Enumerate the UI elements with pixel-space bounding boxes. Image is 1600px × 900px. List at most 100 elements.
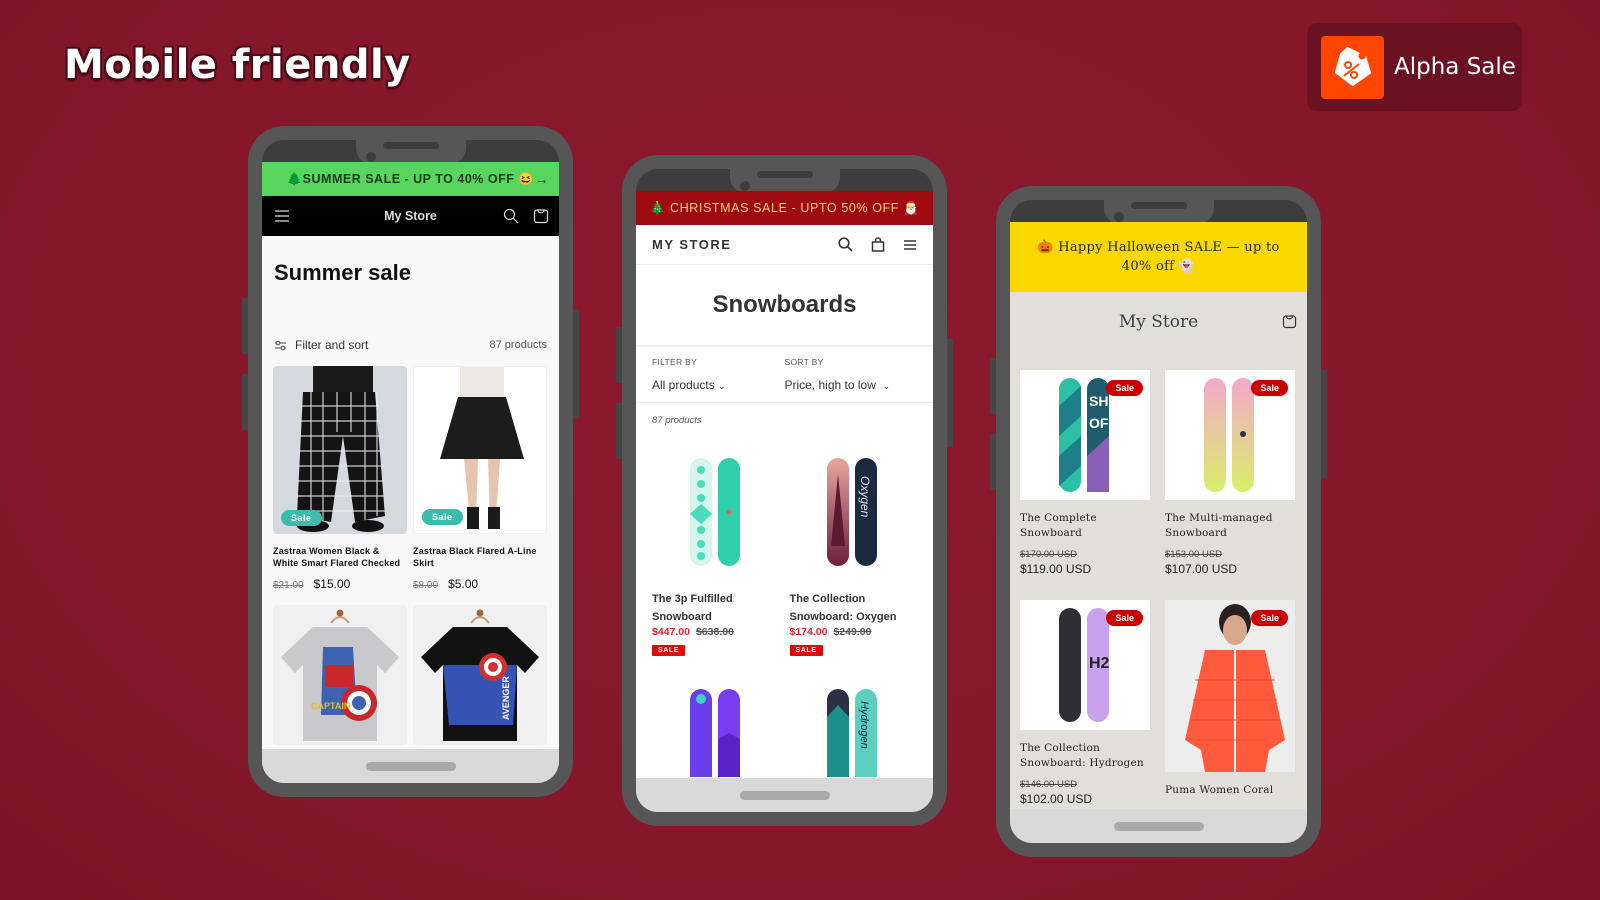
speaker-icon <box>1130 202 1187 209</box>
product-image[interactable] <box>652 442 780 582</box>
store-header: My Store <box>262 196 559 236</box>
product-name[interactable]: Zastraa Black Flared A-Line Skirt <box>413 545 547 569</box>
arrow-right-icon[interactable]: → <box>535 171 550 187</box>
shopping-bag-icon[interactable] <box>871 237 885 252</box>
announcement-text: 🌲SUMMER SALE - UP TO 40% OFF 😆 <box>286 171 535 186</box>
compare-price: $249.00 <box>833 626 872 638</box>
menu-icon[interactable] <box>903 239 917 251</box>
volume-down-button <box>616 403 622 459</box>
filter-select[interactable]: All products ⌄ <box>652 378 785 392</box>
product-image[interactable]: SH OF Sale <box>1020 370 1150 500</box>
product-image[interactable]: Sale <box>273 366 407 534</box>
headline: Mobile friendly <box>64 42 411 88</box>
sort-by-label: SORT BY <box>784 357 824 367</box>
sale-badge: SALE <box>789 645 823 656</box>
product-count: 87 products <box>489 339 547 351</box>
sale-badge: Sale <box>281 510 322 526</box>
brand-badge: Alpha Sale <box>1307 23 1522 111</box>
product-name[interactable]: Puma Women Coral <box>1165 783 1295 798</box>
product-card[interactable]: Sale Puma Women Coral <box>1165 600 1295 806</box>
product-image[interactable]: AVENGER <box>413 605 547 745</box>
camera-icon <box>1114 212 1124 222</box>
cart-icon[interactable] <box>1282 314 1297 329</box>
product-name[interactable]: The Multi-managed Snowboard <box>1165 511 1295 541</box>
compare-price: $21.00 <box>273 580 304 591</box>
percent-tag-icon <box>1321 35 1384 99</box>
sale-badge: Sale <box>1106 380 1143 396</box>
product-image[interactable]: CAPTAIN <box>273 605 407 745</box>
product-image[interactable]: Sale <box>1165 370 1295 500</box>
phone-halloween-sale: 🎃 Happy Halloween SALE — up to 40% off 👻… <box>990 186 1327 857</box>
product-card[interactable]: H2 Sale The Collection Snowboard: Hydrog… <box>1020 600 1150 806</box>
product-name[interactable]: The Collection Snowboard: Hydrogen <box>1020 741 1150 771</box>
home-indicator[interactable] <box>1010 809 1307 843</box>
product-name[interactable]: The Collection Snowboard: Oxygen <box>790 590 918 626</box>
product-name[interactable]: The 3p Fulfilled Snowboard <box>652 590 780 626</box>
home-indicator[interactable] <box>262 749 559 783</box>
volume-down-button <box>990 434 996 490</box>
store-name[interactable]: MY STORE <box>652 237 731 252</box>
compare-price: $170.00 USD <box>1020 549 1078 560</box>
announcement-bar[interactable]: 🎄 CHRISTMAS SALE - UPTO 50% OFF 🎅 <box>636 191 933 225</box>
compare-price: $8.00 <box>413 580 439 591</box>
product-grid: The 3p Fulfilled Snowboard $447.00 $638.… <box>636 426 933 812</box>
chevron-down-icon: ⌄ <box>882 381 891 391</box>
product-card[interactable]: Sale Zastraa Black Flared A-Line Skirt $… <box>413 366 547 591</box>
filter-label: Filter and sort <box>295 338 369 352</box>
power-button <box>573 310 579 418</box>
store-header: My Store <box>1010 292 1307 352</box>
camera-icon <box>740 181 750 191</box>
svg-text:Oxygen: Oxygen <box>858 476 872 518</box>
product-card[interactable]: AVENGER <box>413 605 547 745</box>
compare-price: $146.00 USD <box>1020 779 1078 790</box>
menu-icon[interactable] <box>274 209 290 223</box>
search-icon[interactable] <box>503 208 519 224</box>
sliders-icon <box>274 340 287 351</box>
product-card[interactable]: Oxygen The Collection Snowboard: Oxygen … <box>789 442 918 657</box>
svg-text:OF: OF <box>1089 415 1109 431</box>
product-image[interactable]: Sale <box>1165 600 1295 772</box>
product-card[interactable]: The 3p Fulfilled Snowboard $447.00 $638.… <box>652 442 780 657</box>
sale-price: $102.00 USD <box>1020 792 1093 806</box>
sale-price: $119.00 USD <box>1020 562 1092 576</box>
filter-and-sort-button[interactable]: Filter and sort <box>274 338 368 352</box>
svg-text:AVENGER: AVENGER <box>501 676 511 720</box>
sale-badge: Sale <box>1106 610 1143 626</box>
volume-up-button <box>242 298 248 354</box>
cart-icon[interactable] <box>533 208 549 224</box>
announcement-bar[interactable]: 🎃 Happy Halloween SALE — up to 40% off 👻 <box>1010 222 1307 292</box>
phone-screen: 🎃 Happy Halloween SALE — up to 40% off 👻… <box>1010 222 1307 843</box>
product-name[interactable]: The Complete Snowboard <box>1020 511 1150 541</box>
sale-price: $447.00 <box>652 626 690 638</box>
sale-price: $5.00 <box>448 577 479 591</box>
sale-badge: SALE <box>652 645 686 656</box>
announcement-bar[interactable]: 🌲SUMMER SALE - UP TO 40% OFF 😆 → <box>262 162 559 196</box>
page-title: Summer sale <box>274 260 411 285</box>
store-name[interactable]: My Store <box>384 209 437 223</box>
filter-by-label: FILTER BY <box>652 357 698 367</box>
product-card[interactable]: SH OF Sale The Complete Snowboard $170.0… <box>1020 370 1150 576</box>
product-card[interactable]: Sale The Multi-managed Snowboard $153.00… <box>1165 370 1295 576</box>
page-title: Snowboards <box>636 265 933 347</box>
volume-down-button <box>242 374 248 430</box>
svg-text:SH: SH <box>1089 393 1108 409</box>
product-image[interactable]: Oxygen <box>790 442 918 582</box>
product-name[interactable]: Zastraa Women Black & White Smart Flared… <box>273 545 407 569</box>
product-image[interactable]: H2 Sale <box>1020 600 1150 730</box>
product-image[interactable]: Sale <box>413 366 547 534</box>
speaker-icon <box>382 142 439 149</box>
sale-price: $107.00 USD <box>1165 562 1238 576</box>
product-grid: Sale Zastraa Women Black & White Smart F… <box>262 352 559 745</box>
power-button <box>1321 370 1327 478</box>
product-card[interactable]: CAPTAIN <box>273 605 407 745</box>
sort-select[interactable]: Price, high to low ⌄ <box>785 378 918 392</box>
product-card[interactable]: Sale Zastraa Women Black & White Smart F… <box>273 366 407 591</box>
product-grid: SH OF Sale The Complete Snowboard $170.0… <box>1010 352 1307 806</box>
search-icon[interactable] <box>838 237 853 252</box>
compare-price: $153.00 USD <box>1165 549 1223 560</box>
sale-badge: Sale <box>1251 610 1288 626</box>
home-indicator[interactable] <box>636 778 933 812</box>
store-name[interactable]: My Store <box>1119 312 1198 332</box>
product-count: 87 products <box>652 415 702 426</box>
svg-text:H2: H2 <box>1089 655 1110 672</box>
